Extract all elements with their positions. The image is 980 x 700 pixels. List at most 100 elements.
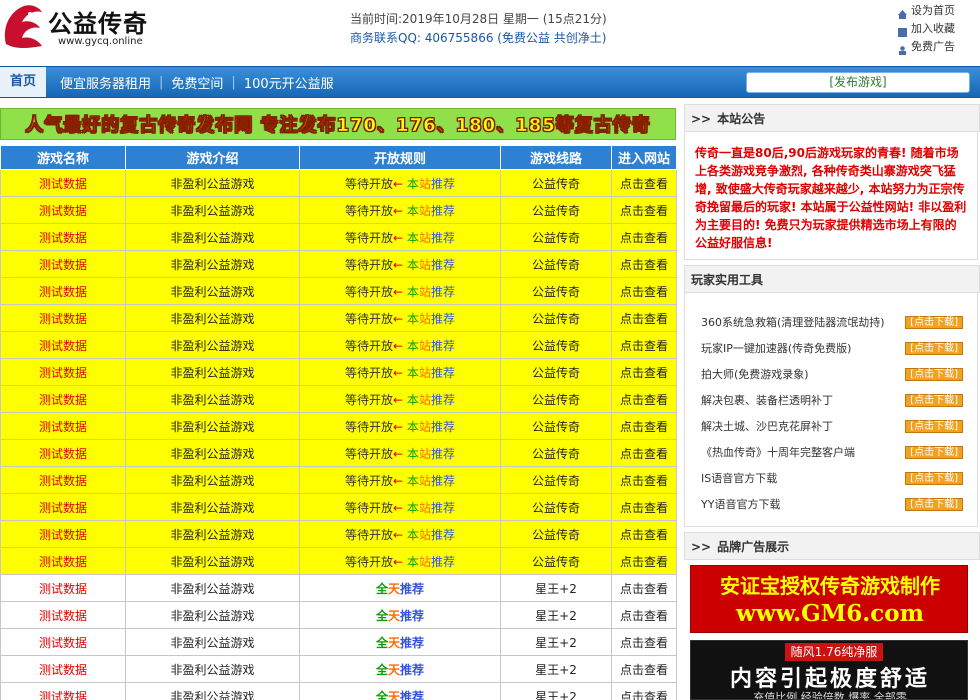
game-name[interactable]: 测试数据: [0, 304, 126, 332]
rule-zhan: 站: [418, 554, 431, 569]
game-line: 公益传奇: [500, 304, 612, 332]
game-name[interactable]: 测试数据: [0, 277, 126, 305]
tool-label[interactable]: 玩家IP一键加速器(传奇免费版): [701, 340, 851, 356]
game-name[interactable]: 测试数据: [0, 358, 126, 386]
game-line: 公益传奇: [500, 412, 612, 440]
game-name[interactable]: 测试数据: [0, 628, 126, 656]
rule-status: 等待开放: [345, 446, 394, 461]
game-name[interactable]: 测试数据: [0, 223, 126, 251]
rule-recommend: 推荐: [430, 392, 455, 407]
rule-status: 等待开放: [345, 554, 394, 569]
free-ad-label: 免费广告: [911, 40, 955, 53]
promo-banner[interactable]: 人气最好的复古传奇发布网 专注发布170、176、180、185等复古传奇: [0, 108, 676, 140]
brand-ad-server[interactable]: 随风1.76纯净服 内容引起极度舒适 充值比例 经验倍数 爆率 全部零: [690, 640, 968, 700]
download-button[interactable]: [点击下载]: [905, 341, 963, 355]
enter-site-link[interactable]: 点击查看: [611, 628, 677, 656]
enter-site-link[interactable]: 点击查看: [611, 466, 677, 494]
download-button[interactable]: [点击下载]: [905, 497, 963, 511]
game-name[interactable]: 测试数据: [0, 547, 126, 575]
site-logo[interactable]: 公益传奇 www.gycq.online: [0, 0, 200, 56]
tool-label[interactable]: 360系统急救箱(清理登陆器流氓劫持): [701, 314, 885, 330]
table-row: 测试数据 非盈利公益游戏 等待开放← 本站推荐 公益传奇 点击查看: [0, 304, 677, 332]
enter-site-link[interactable]: 点击查看: [611, 655, 677, 683]
download-button[interactable]: [点击下载]: [905, 393, 963, 407]
left-arrow-icon: ←: [393, 500, 404, 515]
rule-zhan: 站: [418, 419, 431, 434]
enter-site-link[interactable]: 点击查看: [611, 169, 677, 197]
enter-site-link[interactable]: 点击查看: [611, 250, 677, 278]
game-name[interactable]: 测试数据: [0, 169, 126, 197]
download-button[interactable]: [点击下载]: [905, 419, 963, 433]
enter-site-link[interactable]: 点击查看: [611, 439, 677, 467]
download-button[interactable]: [点击下载]: [905, 367, 963, 381]
game-name[interactable]: 测试数据: [0, 655, 126, 683]
rule-recommend: 推荐: [430, 284, 455, 299]
download-button[interactable]: [点击下载]: [905, 471, 963, 485]
tool-item: 拍大师(免费游戏录象) [点击下载]: [685, 361, 977, 387]
game-line: 公益传奇: [500, 466, 612, 494]
game-name[interactable]: 测试数据: [0, 196, 126, 224]
rule-zhan: 站: [418, 176, 431, 191]
game-name[interactable]: 测试数据: [0, 493, 126, 521]
publish-game-button[interactable]: [发布游戏]: [746, 72, 970, 93]
enter-site-link[interactable]: 点击查看: [611, 682, 677, 700]
game-name[interactable]: 测试数据: [0, 682, 126, 700]
set-home-link[interactable]: 设为首页: [898, 2, 980, 20]
add-favorite-link[interactable]: 加入收藏: [898, 20, 980, 38]
nav-home[interactable]: 首页: [0, 67, 46, 97]
open-rule: 等待开放← 本站推荐: [299, 223, 501, 251]
col-header-line: 游戏线路: [500, 145, 612, 170]
table-row: 测试数据 非盈利公益游戏 等待开放← 本站推荐 公益传奇 点击查看: [0, 358, 677, 386]
enter-site-link[interactable]: 点击查看: [611, 331, 677, 359]
tool-label[interactable]: 解决土城、沙巴克花屏补丁: [701, 418, 833, 434]
game-name[interactable]: 测试数据: [0, 520, 126, 548]
table-row: 测试数据 非盈利公益游戏 等待开放← 本站推荐 公益传奇 点击查看: [0, 547, 677, 575]
enter-site-link[interactable]: 点击查看: [611, 196, 677, 224]
enter-site-link[interactable]: 点击查看: [611, 520, 677, 548]
enter-site-link[interactable]: 点击查看: [611, 574, 677, 602]
game-line: 公益传奇: [500, 277, 612, 305]
game-desc: 非盈利公益游戏: [125, 223, 300, 251]
banner-text: 人气最好的复古传奇发布网 专注发布170、176、180、185等复古传奇: [25, 115, 651, 137]
enter-site-link[interactable]: 点击查看: [611, 277, 677, 305]
game-desc: 非盈利公益游戏: [125, 574, 300, 602]
left-arrow-icon: ←: [393, 419, 404, 434]
game-name[interactable]: 测试数据: [0, 385, 126, 413]
tool-label[interactable]: YY语音官方下载: [701, 496, 780, 512]
game-name[interactable]: 测试数据: [0, 466, 126, 494]
nav-item-server-rent[interactable]: 便宜服务器租用: [52, 73, 159, 92]
rule-quan: 全: [375, 689, 388, 700]
free-ad-link[interactable]: 免费广告: [898, 38, 980, 56]
tool-label[interactable]: 《热血传奇》十周年完整客户端: [701, 444, 855, 460]
game-name[interactable]: 测试数据: [0, 412, 126, 440]
game-name[interactable]: 测试数据: [0, 601, 126, 629]
enter-site-link[interactable]: 点击查看: [611, 493, 677, 521]
enter-site-link[interactable]: 点击查看: [611, 412, 677, 440]
enter-site-link[interactable]: 点击查看: [611, 223, 677, 251]
rule-status: 等待开放: [345, 230, 394, 245]
download-button[interactable]: [点击下载]: [905, 445, 963, 459]
enter-site-link[interactable]: 点击查看: [611, 304, 677, 332]
brand-ad-gm6[interactable]: 安证宝授权传奇游戏制作 www.GM6.com: [690, 565, 968, 633]
tool-label[interactable]: IS语音官方下载: [701, 470, 777, 486]
main-nav: 首页 便宜服务器租用 | 免费空间 | 100元开公益服 [发布游戏]: [0, 66, 980, 98]
game-line: 星王+2: [500, 574, 612, 602]
enter-site-link[interactable]: 点击查看: [611, 385, 677, 413]
tool-label[interactable]: 解决包裹、装备栏透明补丁: [701, 392, 833, 408]
enter-site-link[interactable]: 点击查看: [611, 547, 677, 575]
download-button[interactable]: [点击下载]: [905, 315, 963, 329]
table-row: 测试数据 非盈利公益游戏 等待开放← 本站推荐 公益传奇 点击查看: [0, 331, 677, 359]
game-name[interactable]: 测试数据: [0, 331, 126, 359]
tools-title: 玩家实用工具: [691, 273, 764, 287]
rule-status: 等待开放: [345, 527, 394, 542]
tool-label[interactable]: 拍大师(免费游戏录象): [701, 366, 809, 382]
game-name[interactable]: 测试数据: [0, 439, 126, 467]
game-name[interactable]: 测试数据: [0, 250, 126, 278]
enter-site-link[interactable]: 点击查看: [611, 601, 677, 629]
enter-site-link[interactable]: 点击查看: [611, 358, 677, 386]
rule-status: 等待开放: [345, 392, 394, 407]
nav-item-open-server[interactable]: 100元开公益服: [236, 73, 342, 92]
game-name[interactable]: 测试数据: [0, 574, 126, 602]
nav-items: 便宜服务器租用 | 免费空间 | 100元开公益服: [52, 67, 342, 97]
nav-item-free-space[interactable]: 免费空间: [163, 73, 231, 92]
